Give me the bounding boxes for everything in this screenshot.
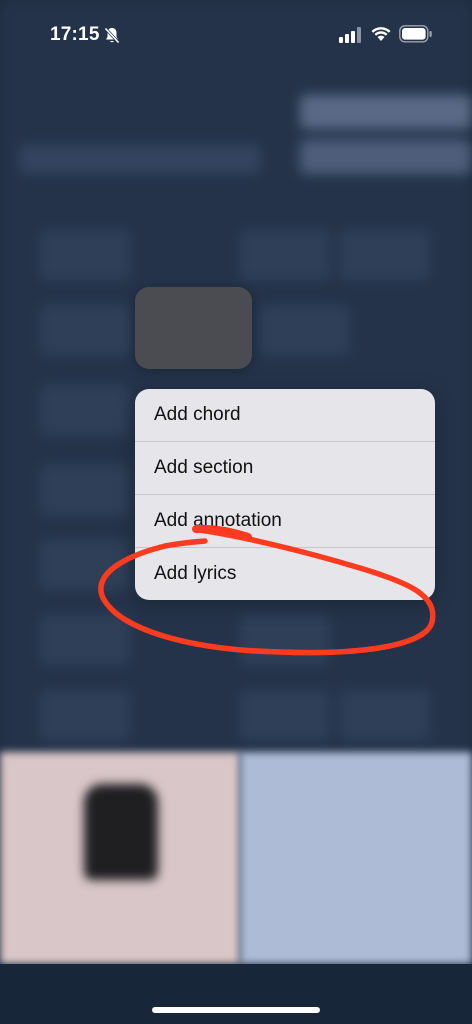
menu-item-label: Add annotation [154, 510, 282, 531]
menu-item-add-lyrics[interactable]: Add lyrics [135, 548, 435, 600]
selected-item-preview[interactable] [135, 287, 252, 369]
blurred-figure [84, 784, 158, 880]
menu-item-add-section[interactable]: Add section [135, 442, 435, 495]
blurred-chord-grid [0, 0, 472, 760]
menu-item-label: Add chord [154, 404, 241, 425]
menu-item-label: Add lyrics [154, 563, 237, 584]
bell-slash-icon [104, 27, 120, 49]
menu-item-add-chord[interactable]: Add chord [135, 389, 435, 442]
cellular-signal-icon [339, 27, 363, 48]
home-indicator[interactable] [152, 1007, 320, 1013]
context-menu: Add chord Add section Add annotation Add… [135, 389, 435, 600]
battery-icon [399, 25, 433, 48]
status-bar: 17:15 [0, 0, 472, 70]
menu-item-label: Add section [154, 457, 254, 478]
blurred-controls-panel [240, 752, 472, 964]
status-time: 17:15 [50, 24, 100, 45]
wifi-icon [371, 26, 391, 47]
menu-item-add-annotation[interactable]: Add annotation [135, 495, 435, 548]
